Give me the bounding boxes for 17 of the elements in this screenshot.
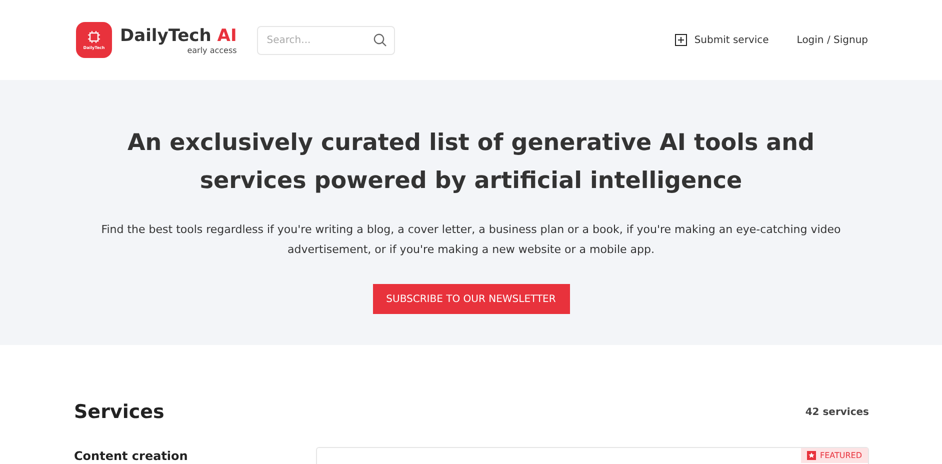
featured-badge: FEATURED xyxy=(800,448,868,463)
section-title: Services xyxy=(74,401,164,423)
subscribe-button[interactable]: SUBSCRIBE TO OUR NEWSLETTER xyxy=(372,284,570,314)
search-field[interactable]: Search... xyxy=(256,26,395,54)
nav-link[interactable]: Submit service xyxy=(694,34,769,46)
hero-title: An exclusively curated list of generative AI tools and services powered by artificial intelligence xyxy=(126,129,816,196)
chip-icon xyxy=(87,30,101,44)
service-card[interactable]: FEATURED xyxy=(316,447,869,464)
nav-link[interactable]: Login / Signup xyxy=(796,34,868,46)
category-title: Content creation xyxy=(74,449,189,463)
hero-description: Find the best tools regardless if you're writing a blog, a cover letter, a business plan or a book, if you're making an eye-catching video advertisement, or if you're making a new website or a mobile app. xyxy=(100,222,842,258)
services-count: 42 services xyxy=(805,406,869,418)
star-icon xyxy=(806,451,816,460)
search-icon xyxy=(372,32,387,46)
brand-tagline: early access xyxy=(187,46,237,54)
brand-name: DailyTech AI xyxy=(120,26,237,46)
plus-square-icon xyxy=(675,34,688,46)
